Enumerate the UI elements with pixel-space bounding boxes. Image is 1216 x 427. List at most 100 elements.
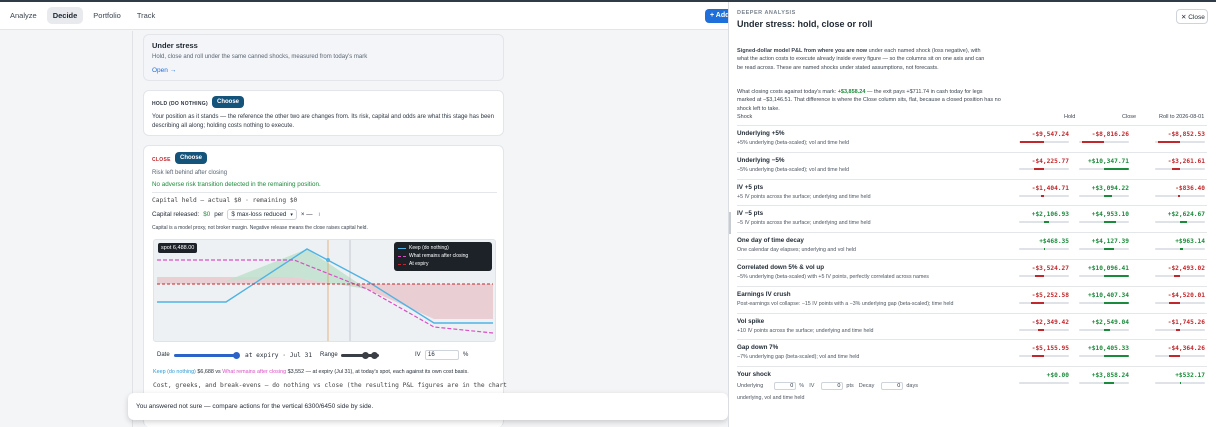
table-row[interactable]: IV −5 pts −5 IV points across the surface… bbox=[737, 205, 1207, 232]
row-hold-value: +$2,106.93 bbox=[1031, 211, 1069, 219]
your-shock-hold-bar bbox=[1019, 382, 1069, 384]
row-desc: −5% underlying (beta-scaled) with +5 IV … bbox=[737, 274, 929, 280]
row-roll-value: +$2,624.67 bbox=[1167, 211, 1205, 219]
row-roll-bar bbox=[1155, 167, 1205, 170]
iv-input[interactable]: 16 bbox=[425, 350, 459, 360]
legend-expiry-label: At expiry bbox=[409, 261, 429, 267]
underlying-input[interactable]: 0 bbox=[774, 382, 797, 390]
spot-point bbox=[326, 258, 330, 262]
payoff-chart: spot 6,488.00 Keep (do nothing) What rem… bbox=[153, 239, 496, 342]
row-roll-bar bbox=[1155, 248, 1205, 251]
under-stress-card: Under stress Hold, close and roll under … bbox=[143, 34, 504, 81]
range-handle-high[interactable] bbox=[371, 352, 378, 359]
iv-label: IV bbox=[415, 352, 421, 358]
range-handle-low[interactable] bbox=[362, 352, 369, 359]
decay-input[interactable]: 0 bbox=[881, 382, 904, 390]
row-roll-bar bbox=[1155, 355, 1205, 358]
row-desc: +10 IV points across the surface; underl… bbox=[737, 327, 874, 334]
row-roll-bar bbox=[1155, 328, 1205, 331]
hold-label: HOLD (DO NOTHING) bbox=[152, 101, 208, 107]
your-shock-close: +$3,858.24 bbox=[1091, 372, 1129, 379]
col-close: Close bbox=[1122, 114, 1137, 120]
chart-summary: Keep (do nothing) $6,688 vs What remains… bbox=[153, 369, 469, 375]
summary-tail: — at expiry (Jul 31), at today's spot, e… bbox=[305, 369, 469, 375]
cost-greeks-line: Cost, greeks, and break-evens — do nothi… bbox=[153, 382, 507, 389]
row-close-value: +$10,407.34 bbox=[1088, 291, 1129, 299]
row-name: Vol spike bbox=[737, 317, 765, 325]
row-name: IV +5 pts bbox=[737, 183, 764, 191]
row-roll-bar bbox=[1155, 141, 1205, 143]
row-roll-value: -$4,520.01 bbox=[1167, 291, 1205, 299]
col-shock: Shock bbox=[737, 114, 753, 120]
panel-scrollbar[interactable] bbox=[729, 212, 731, 234]
table-row[interactable]: IV +5 pts +5 IV points across the surface… bbox=[737, 178, 1207, 206]
row-close-value: +$2,549.04 bbox=[1091, 318, 1129, 326]
table-row[interactable]: Correlated down 5% & vol up −5% underlyin… bbox=[737, 259, 1207, 286]
row-hold-bar bbox=[1019, 221, 1069, 224]
red-loss-area bbox=[157, 277, 493, 319]
table-row[interactable]: One day of time decay One calendar day el… bbox=[737, 232, 1207, 259]
col-roll: Roll to 2026-08-01 bbox=[1159, 114, 1205, 120]
table-row[interactable]: Underlying +5% +5% underlying (beta-scale… bbox=[737, 125, 1207, 152]
row-hold-bar bbox=[1019, 194, 1069, 197]
summary-remain-label: What remains after closing bbox=[222, 369, 287, 375]
close-capital-released-row: Capital released: $0 per $ max-loss redu… bbox=[152, 209, 320, 220]
panel-mark-note: What closing costs against today's mark:… bbox=[737, 88, 1002, 113]
table-row[interactable]: Vol spike +10 IV points across the surfac… bbox=[737, 312, 1207, 340]
date-slider[interactable] bbox=[174, 354, 237, 357]
intro-bold: Signed-dollar model P&L from where you a… bbox=[737, 48, 868, 54]
tab-decide[interactable]: Decide bbox=[46, 7, 84, 24]
spot-tag: spot 6,488.00 bbox=[158, 243, 198, 253]
row-close-bar bbox=[1079, 167, 1129, 170]
tab-portfolio[interactable]: Portfolio bbox=[87, 7, 127, 24]
row-roll-value: -$2,493.02 bbox=[1167, 265, 1205, 272]
under-stress-description: Hold, close and roll under the same cann… bbox=[152, 54, 368, 60]
summary-keep-label: Keep (do nothing) bbox=[153, 369, 196, 375]
under-stress-title: Under stress bbox=[152, 41, 198, 50]
per-select[interactable]: $ max-loss reduced ▾ bbox=[227, 209, 297, 220]
table-row[interactable]: Gap down 7% −7% underlying gap (beta-scal… bbox=[737, 339, 1207, 366]
row-desc: +5 IV points across the surface; underly… bbox=[737, 193, 871, 200]
your-shock-roll-bar bbox=[1155, 382, 1205, 384]
row-close-value: +$4,953.10 bbox=[1091, 211, 1129, 219]
under-stress-open-link[interactable]: Open → bbox=[152, 67, 176, 74]
legend-remain: What remains after closing bbox=[398, 252, 488, 260]
row-hold-bar bbox=[1019, 141, 1069, 143]
legend-expiry: At expiry bbox=[398, 260, 488, 268]
range-label: Range bbox=[320, 352, 338, 358]
iv-shock-label: IV bbox=[809, 383, 815, 389]
row-name: Correlated down 5% & vol up bbox=[737, 264, 825, 271]
info-icon[interactable]: i bbox=[319, 212, 320, 218]
close-choose-button[interactable]: Choose bbox=[175, 152, 208, 164]
row-close-bar bbox=[1079, 301, 1129, 304]
row-name: One day of time decay bbox=[737, 237, 804, 245]
row-roll-value: -$3,261.61 bbox=[1167, 157, 1205, 165]
chart-controls: Date at expiry · Jul 31 Range IV 16 % bbox=[157, 350, 497, 361]
row-close-bar bbox=[1079, 328, 1129, 331]
row-desc: One calendar day elapses; underlying and… bbox=[737, 247, 856, 254]
hold-choose-button[interactable]: Choose bbox=[212, 96, 245, 108]
panel-title: Under stress: hold, close or roll bbox=[737, 19, 873, 29]
row-roll-bar bbox=[1155, 221, 1205, 224]
date-value: at expiry · Jul 31 bbox=[245, 352, 313, 359]
row-hold-bar bbox=[1019, 328, 1069, 331]
row-hold-bar bbox=[1019, 355, 1069, 358]
row-close-value: -$8,816.26 bbox=[1091, 131, 1129, 138]
iv-shock-input[interactable]: 0 bbox=[821, 382, 844, 390]
date-slider-handle[interactable] bbox=[233, 352, 240, 359]
underlying-unit: % bbox=[799, 383, 805, 389]
close-label: CLOSE bbox=[152, 157, 171, 163]
panel-eyebrow: DEEPER ANALYSIS bbox=[737, 10, 796, 16]
table-row[interactable]: Underlying −5% −5% underlying (beta-scale… bbox=[737, 151, 1207, 179]
row-roll-value: -$4,364.26 bbox=[1167, 345, 1205, 353]
row-roll-bar bbox=[1155, 194, 1205, 197]
row-close-value: +$10,096.41 bbox=[1088, 265, 1129, 272]
table-row[interactable]: Earnings IV crush Post-earnings vol colla… bbox=[737, 285, 1207, 313]
row-hold-bar bbox=[1019, 248, 1069, 251]
deeper-analysis-panel: DEEPER ANALYSIS Under stress: hold, clos… bbox=[728, 2, 1216, 427]
close-panel-button[interactable]: ✕ Close bbox=[1176, 9, 1208, 24]
tab-analyze[interactable]: Analyze bbox=[4, 7, 43, 24]
row-hold-bar bbox=[1019, 275, 1069, 277]
row-roll-bar bbox=[1155, 275, 1205, 277]
tab-track[interactable]: Track bbox=[131, 7, 161, 24]
